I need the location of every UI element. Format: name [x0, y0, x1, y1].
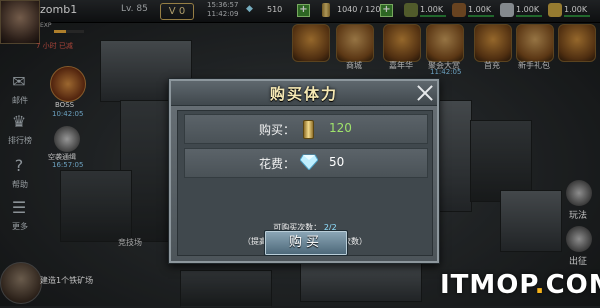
buy-button[interactable]: 购买 — [264, 230, 348, 256]
watermark-main: ITMOP — [440, 270, 535, 300]
watermark: ITMOP.COM — [440, 270, 600, 300]
buy-amount-value: 120 — [329, 121, 352, 135]
dialog-title: 购买体力 — [269, 85, 338, 103]
close-button[interactable] — [414, 82, 436, 104]
buy-stamina-dialog: 购买体力 购买： 120 花费： 50 可购买次数： 2/2 （提高vip等级，… — [168, 78, 440, 264]
dialog-header: 购买体力 — [171, 81, 437, 106]
cost-value: 50 — [329, 155, 345, 169]
stamina-bottle-icon — [303, 120, 314, 139]
cost-label: 花费： — [259, 157, 296, 171]
diamond-icon — [300, 154, 318, 170]
buy-amount-row: 购买： 120 — [184, 114, 428, 144]
watermark-tail: COM — [545, 270, 600, 300]
watermark-dot: . — [534, 270, 546, 300]
buy-amount-label: 购买： — [259, 123, 296, 137]
cost-row: 花费： 50 — [184, 148, 428, 178]
